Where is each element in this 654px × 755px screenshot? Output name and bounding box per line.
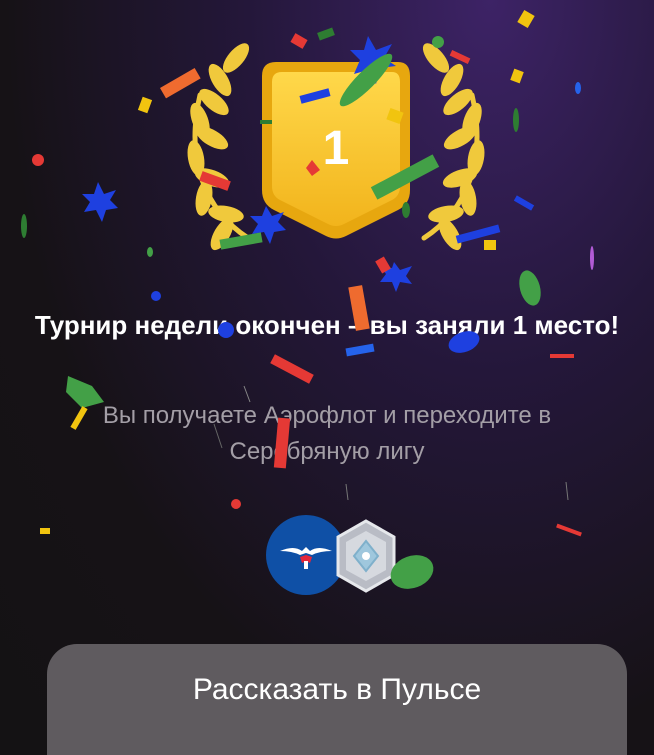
left-laurel-icon [187,43,251,251]
share-in-pulse-button[interactable]: Рассказать в Пульсе [47,644,627,755]
silver-league-badge-icon [334,519,398,593]
right-laurel-icon [421,43,485,251]
trophy-shield-icon: 1 [262,62,410,239]
rewards-row [266,515,406,597]
tournament-result-title: Турнир недели окончен – вы заняли 1 мест… [34,310,620,340]
trophy-emblem: 1 [187,43,485,251]
place-number: 1 [323,122,350,175]
reward-description: Вы получаете Аэрофлот и переходите в Сер… [102,402,552,465]
